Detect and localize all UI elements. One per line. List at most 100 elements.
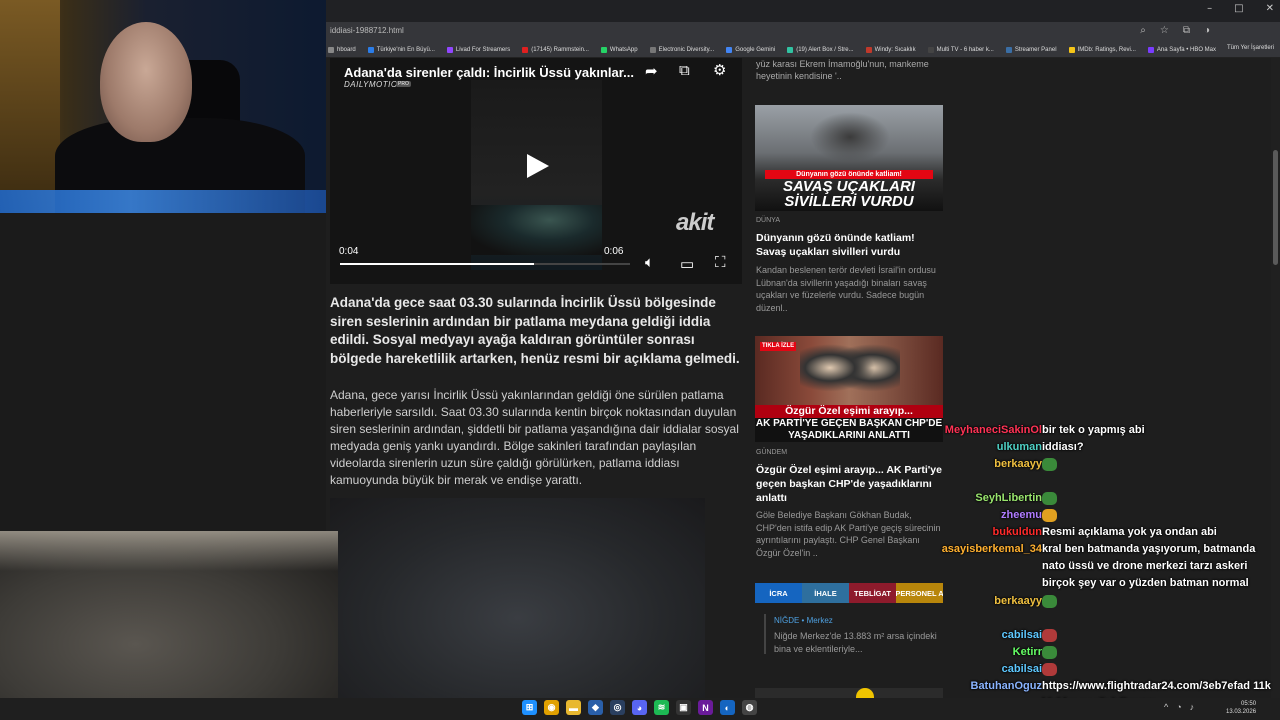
play-icon[interactable] xyxy=(527,154,549,178)
bookmark-item[interactable]: Windy: Sıcaklık xyxy=(865,46,916,53)
address-bar[interactable] xyxy=(326,22,1280,42)
bookmark-icon xyxy=(927,46,934,53)
folder-icon[interactable]: ▬ xyxy=(566,700,581,715)
steam-icon[interactable]: ◎ xyxy=(610,700,625,715)
chat-username[interactable]: SeyhLibertin xyxy=(975,490,1042,507)
chat-username[interactable]: berkaayy xyxy=(994,456,1042,473)
extensions-icon[interactable]: ⧉ xyxy=(1183,25,1190,36)
picture-in-picture-icon[interactable]: ⧉ xyxy=(679,62,690,79)
bookmark-item[interactable]: Streamer Panel xyxy=(1005,46,1057,53)
chat-username[interactable]: BatuhanOguz xyxy=(971,678,1043,695)
next-card[interactable] xyxy=(755,688,943,698)
bookmark-icon xyxy=(1068,46,1075,53)
discord-icon[interactable]: ◕ xyxy=(632,700,647,715)
chat-username[interactable]: MeyhaneciSakinOl xyxy=(945,422,1042,439)
ilan-tab[interactable]: İHALE xyxy=(802,583,849,603)
ilan-tab[interactable]: TEBLİGAT xyxy=(849,583,896,603)
volume-icon[interactable]: 🔈︎ xyxy=(645,254,654,271)
emote-icon xyxy=(1042,628,1057,642)
bookmark-item[interactable]: Electronic Diversity... xyxy=(649,46,714,53)
chat-username[interactable]: bukuldun xyxy=(993,524,1043,541)
star-icon[interactable]: ☆ xyxy=(1160,25,1169,36)
share-icon[interactable]: ➦ xyxy=(645,62,658,80)
system-tray: ^ ◔ ♪ xyxy=(1164,702,1194,712)
sidebar-previous-desc[interactable]: yüz karası Ekrem İmamoğlu'nun, mankeme h… xyxy=(756,58,946,82)
bookmark-item[interactable]: Türkiye'nin En Büyü... xyxy=(367,46,435,53)
news-image-headline: SAVAŞ UÇAKLARI SİVİLLERİ VURDU xyxy=(783,178,915,210)
nvidia-icon[interactable]: N xyxy=(698,700,713,715)
profile-icon[interactable]: ◑ xyxy=(1204,25,1210,36)
bookmark-item[interactable]: hboard xyxy=(328,46,356,53)
news-title[interactable]: Özgür Özel eşimi arayıp... AK Parti'ye g… xyxy=(756,463,946,505)
clock-time: 05:50 xyxy=(1241,701,1257,707)
spotify-icon[interactable]: ≋ xyxy=(654,700,669,715)
bookmark-item[interactable]: Multi TV - 6 haber k... xyxy=(927,46,994,53)
chat-username[interactable]: ulkuman xyxy=(997,439,1042,456)
bookmark-icon xyxy=(726,46,733,53)
app-icon[interactable]: ◆ xyxy=(588,700,603,715)
news-title[interactable]: Dünyanın gözü önünde katliam! Savaş uçak… xyxy=(756,231,946,259)
person-head-shape xyxy=(100,22,192,142)
chat-username[interactable]: berkaayy xyxy=(994,593,1042,610)
bookmark-item[interactable]: Ana Sayfa • HBO Max xyxy=(1147,46,1216,53)
chat-emote xyxy=(1042,456,1277,473)
edge-icon[interactable]: ◐ xyxy=(720,700,735,715)
bookmark-icon xyxy=(649,46,656,53)
bookmark-item[interactable]: (19) Alert Box / Stre... xyxy=(787,46,854,53)
current-time: 0:04 xyxy=(339,246,359,257)
duration: 0:06 xyxy=(604,246,624,257)
zoom-icon[interactable]: ⌕ xyxy=(1140,25,1146,36)
bookmark-item[interactable]: Google Gemini xyxy=(726,46,776,53)
close-button[interactable]: ✕ xyxy=(1266,3,1274,14)
window-controls: – □ ✕ xyxy=(1207,3,1274,14)
scrollbar-thumb[interactable] xyxy=(1273,150,1278,265)
embedded-video[interactable] xyxy=(330,498,705,698)
ilan-location[interactable]: NİĞDE • Merkez xyxy=(774,616,833,625)
chat-text: iddiası? xyxy=(1042,441,1084,453)
maximize-button[interactable]: □ xyxy=(1234,3,1243,14)
chat-text: Resmi açıklama yok ya ondan abi xyxy=(1042,526,1217,538)
ilan-tab[interactable]: İCRA xyxy=(755,583,802,603)
chevron-up-icon[interactable]: ^ xyxy=(1164,702,1168,712)
news-category[interactable]: DÜNYA xyxy=(756,217,780,224)
gear-icon[interactable]: ⚙ xyxy=(713,61,726,79)
people-shapes xyxy=(800,343,900,405)
bookmark-item[interactable]: IMDb: Ratings, Revi... xyxy=(1068,46,1136,53)
clock[interactable]: 05:50 13.03.2026 xyxy=(1226,700,1256,716)
chat-username[interactable]: asayisberkemal_34 xyxy=(942,541,1042,558)
bookmark-item[interactable]: WhatsApp xyxy=(600,46,638,53)
subtitles-icon[interactable]: ▭ xyxy=(680,255,694,273)
camera-edge-shape xyxy=(0,531,338,571)
all-bookmarks-button[interactable]: Tüm Yer İşaretleri xyxy=(1227,45,1274,51)
video-title[interactable]: Adana'da sirenler çaldı: İncirlik Üssü y… xyxy=(344,65,634,80)
bookmark-item[interactable]: (17145) Rammstein... xyxy=(522,46,589,53)
watch-badge: TIKLA İZLE xyxy=(760,342,797,351)
news-desc[interactable]: Kandan beslenen terör devleti İsrail'in … xyxy=(756,264,946,314)
chat-username[interactable]: cabilsai xyxy=(1002,627,1042,644)
windows-icon[interactable]: ⊞ xyxy=(522,700,537,715)
ilan-text[interactable]: Niğde Merkez'de 13.883 m² arsa içindeki … xyxy=(774,630,944,656)
volume-tray-icon[interactable]: ♪ xyxy=(1190,702,1195,712)
chat-username[interactable]: zheemu xyxy=(1001,507,1042,524)
bookmark-item[interactable]: Livad For Streamers xyxy=(446,46,510,53)
fullscreen-icon[interactable]: ⛶ xyxy=(715,254,726,271)
bookmarks-bar: hboard Türkiye'nin En Büyü... Livad For St… xyxy=(326,42,1280,58)
chrome-icon[interactable]: ◉ xyxy=(544,700,559,715)
bookmark-icon xyxy=(522,46,529,53)
ilan-tabs: İCRA İHALE TEBLİGAT PERSONEL A xyxy=(755,583,943,603)
chat-username[interactable]: Ketirr xyxy=(1013,644,1042,661)
url-text[interactable]: iddiasi-1988712.html xyxy=(330,26,404,35)
news-desc[interactable]: Göle Belediye Başkanı Gökhan Budak, CHP'… xyxy=(756,509,946,559)
news-category[interactable]: GÜNDEM xyxy=(756,449,787,456)
bookmark-icon xyxy=(1147,46,1154,53)
bookmark-label: (19) Alert Box / Stre... xyxy=(796,46,854,53)
minimize-button[interactable]: – xyxy=(1207,3,1212,14)
obs-icon[interactable]: ◍ xyxy=(742,700,757,715)
chat-overlay: MeyhaneciSakinOl bir tek o yapmış abi ulku… xyxy=(935,422,1280,720)
bookmark-label: hboard xyxy=(337,46,356,53)
media-icon[interactable]: ▣ xyxy=(676,700,691,715)
chat-username[interactable]: cabilsai xyxy=(1002,661,1042,678)
bookmark-label: (17145) Rammstein... xyxy=(531,46,589,53)
bookmark-label: Google Gemini xyxy=(735,46,776,53)
network-icon[interactable]: ◔ xyxy=(1176,702,1181,712)
